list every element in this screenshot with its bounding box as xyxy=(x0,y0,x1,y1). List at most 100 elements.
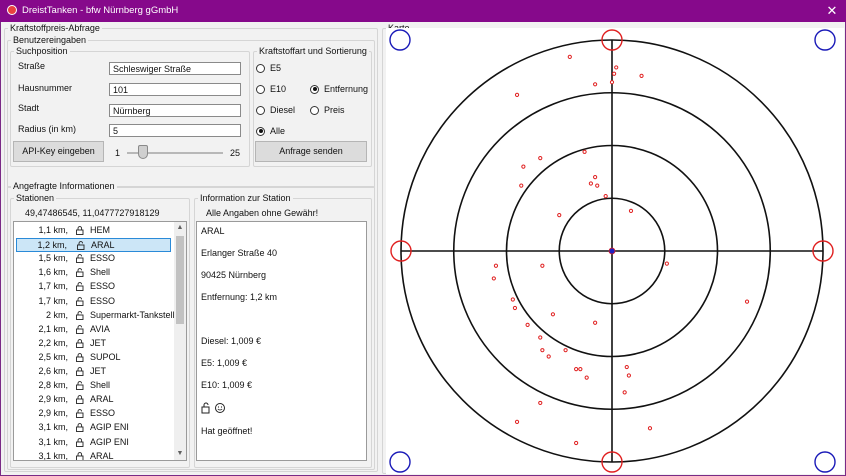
list-item[interactable]: 1,7 km, ESSO xyxy=(16,280,171,294)
open-lock-icon xyxy=(76,268,84,278)
open-lock-icon xyxy=(76,381,84,391)
list-item[interactable]: 1,1 km, HEM xyxy=(16,224,171,238)
station-point xyxy=(639,73,644,78)
scroll-up-icon[interactable]: ▲ xyxy=(174,222,186,234)
radio-sort-price-label: Preis xyxy=(324,105,345,115)
list-item[interactable]: 1,5 km, ESSO xyxy=(16,252,171,266)
radio-alle-label: Alle xyxy=(270,126,286,136)
list-item[interactable]: 2,9 km, ESSO xyxy=(16,407,171,421)
radius-slider-thumb[interactable] xyxy=(138,145,149,159)
closed-lock-icon xyxy=(76,423,84,433)
info-city: 90425 Nürnberg xyxy=(201,270,267,280)
radio-alle-dot xyxy=(256,126,265,136)
radio-diesel[interactable]: Diesel xyxy=(256,105,295,115)
station-info-box: ARAL Erlanger Straße 40 90425 Nürnberg E… xyxy=(196,221,367,461)
open-lock-icon xyxy=(76,296,84,306)
station-point xyxy=(514,419,520,425)
info-distance: Entfernung: 1,2 km xyxy=(201,292,278,302)
station-point xyxy=(624,364,629,370)
radio-diesel-label: Diesel xyxy=(270,105,296,115)
radio-sort-price-dot xyxy=(310,105,319,115)
station-distance: 1,1 km, xyxy=(38,225,68,235)
list-item[interactable]: 2,9 km, ARAL xyxy=(16,393,171,407)
list-item[interactable]: 3,1 km, AGIP ENI xyxy=(16,421,171,435)
stations-list[interactable]: 1,1 km, HEM 1,2 km, ARAL 1,5 km, ESSO 1,6 km, S… xyxy=(13,221,187,461)
station-point xyxy=(628,208,634,214)
radio-e10[interactable]: E10 xyxy=(256,84,286,94)
radio-diesel-dot xyxy=(256,105,265,115)
list-item[interactable]: 3,1 km, ARAL xyxy=(16,450,171,460)
list-item[interactable]: 3,1 km, AGIP ENI xyxy=(16,436,171,450)
stations-scrollbar[interactable]: ▲ ▼ xyxy=(174,222,186,460)
station-brand: ESSO xyxy=(90,253,116,264)
list-item[interactable]: 2,8 km, Shell xyxy=(16,379,171,393)
slider-min-label: 1 xyxy=(115,148,121,158)
radio-sort-distance[interactable]: Entfernung xyxy=(310,84,368,94)
station-point xyxy=(538,400,543,406)
station-point xyxy=(510,297,515,302)
fuel-legend: Kraftstoffart und Sortierung xyxy=(257,45,369,57)
list-item[interactable]: 2,1 km, AVIA xyxy=(16,323,171,337)
closed-lock-icon xyxy=(76,395,84,405)
list-item[interactable]: 1,6 km, Shell xyxy=(16,266,171,280)
radio-e5[interactable]: E5 xyxy=(256,63,281,73)
station-point xyxy=(538,156,543,161)
radio-e10-dot xyxy=(256,84,265,94)
slider-max-label: 25 xyxy=(230,148,241,158)
station-brand: AGIP ENI xyxy=(90,422,129,433)
station-point xyxy=(514,92,520,97)
station-point xyxy=(593,82,598,87)
station-point xyxy=(593,175,598,180)
info-e5-price: E5: 1,009 € xyxy=(201,358,248,368)
station-brand: ARAL xyxy=(90,394,114,405)
radio-sort-price[interactable]: Preis xyxy=(310,105,345,115)
station-distance: 2,1 km, xyxy=(38,323,68,334)
list-item[interactable]: 2,2 km, JET xyxy=(16,337,171,351)
main-group-legend: Kraftstoffpreis-Abfrage xyxy=(8,22,102,34)
station-point xyxy=(521,164,526,169)
station-brand: ESSO xyxy=(90,408,116,419)
station-brand: Shell xyxy=(90,267,111,278)
station-point xyxy=(493,263,499,268)
city-input[interactable] xyxy=(109,104,241,117)
open-lock-icon xyxy=(76,282,84,292)
close-button[interactable]: ✕ xyxy=(823,2,841,20)
station-point xyxy=(574,440,579,446)
list-item[interactable]: 1,2 km, ARAL xyxy=(16,238,171,253)
station-point xyxy=(550,312,556,317)
list-item[interactable]: 2,6 km, JET xyxy=(16,365,171,379)
list-item[interactable]: 2,5 km, SUPOL xyxy=(16,351,171,365)
scroll-down-icon[interactable]: ▼ xyxy=(174,448,186,460)
station-point xyxy=(612,71,617,76)
city-label: Stadt xyxy=(18,103,40,113)
station-distance: 2,8 km, xyxy=(38,380,68,391)
station-point xyxy=(664,261,669,266)
station-brand: SUPOL xyxy=(90,351,121,362)
info-brand: ARAL xyxy=(201,226,225,236)
app-icon xyxy=(7,5,17,15)
station-distance: 1,2 km, xyxy=(37,240,67,251)
list-item[interactable]: 1,7 km, ESSO xyxy=(16,295,171,309)
station-point xyxy=(609,80,615,85)
closed-lock-icon xyxy=(76,353,84,362)
coordinates-text: 49,47486545, 11,0477727918129 xyxy=(25,208,160,218)
station-point xyxy=(603,194,608,199)
station-distance: 3,1 km, xyxy=(38,422,68,433)
open-lock-icon xyxy=(76,310,84,320)
house-number-input[interactable] xyxy=(109,83,241,96)
street-input[interactable] xyxy=(109,62,241,75)
scroll-thumb[interactable] xyxy=(176,236,184,324)
send-request-button[interactable]: Anfrage senden xyxy=(255,141,367,162)
open-lock-icon xyxy=(77,241,85,251)
station-distance: 2,2 km, xyxy=(38,337,68,348)
station-brand: ARAL xyxy=(91,240,115,251)
open-lock-icon xyxy=(76,254,84,264)
closed-lock-icon xyxy=(76,451,84,460)
info-open-status: Hat geöffnet! xyxy=(201,426,253,436)
station-distance: 2 km, xyxy=(45,309,68,320)
radius-input[interactable] xyxy=(109,124,241,137)
station-map[interactable] xyxy=(386,28,844,474)
radio-alle[interactable]: Alle xyxy=(256,126,285,136)
api-key-button[interactable]: API-Key eingeben xyxy=(13,141,104,162)
list-item[interactable]: 2 km, Supermarkt-Tankstelle xyxy=(16,309,180,323)
